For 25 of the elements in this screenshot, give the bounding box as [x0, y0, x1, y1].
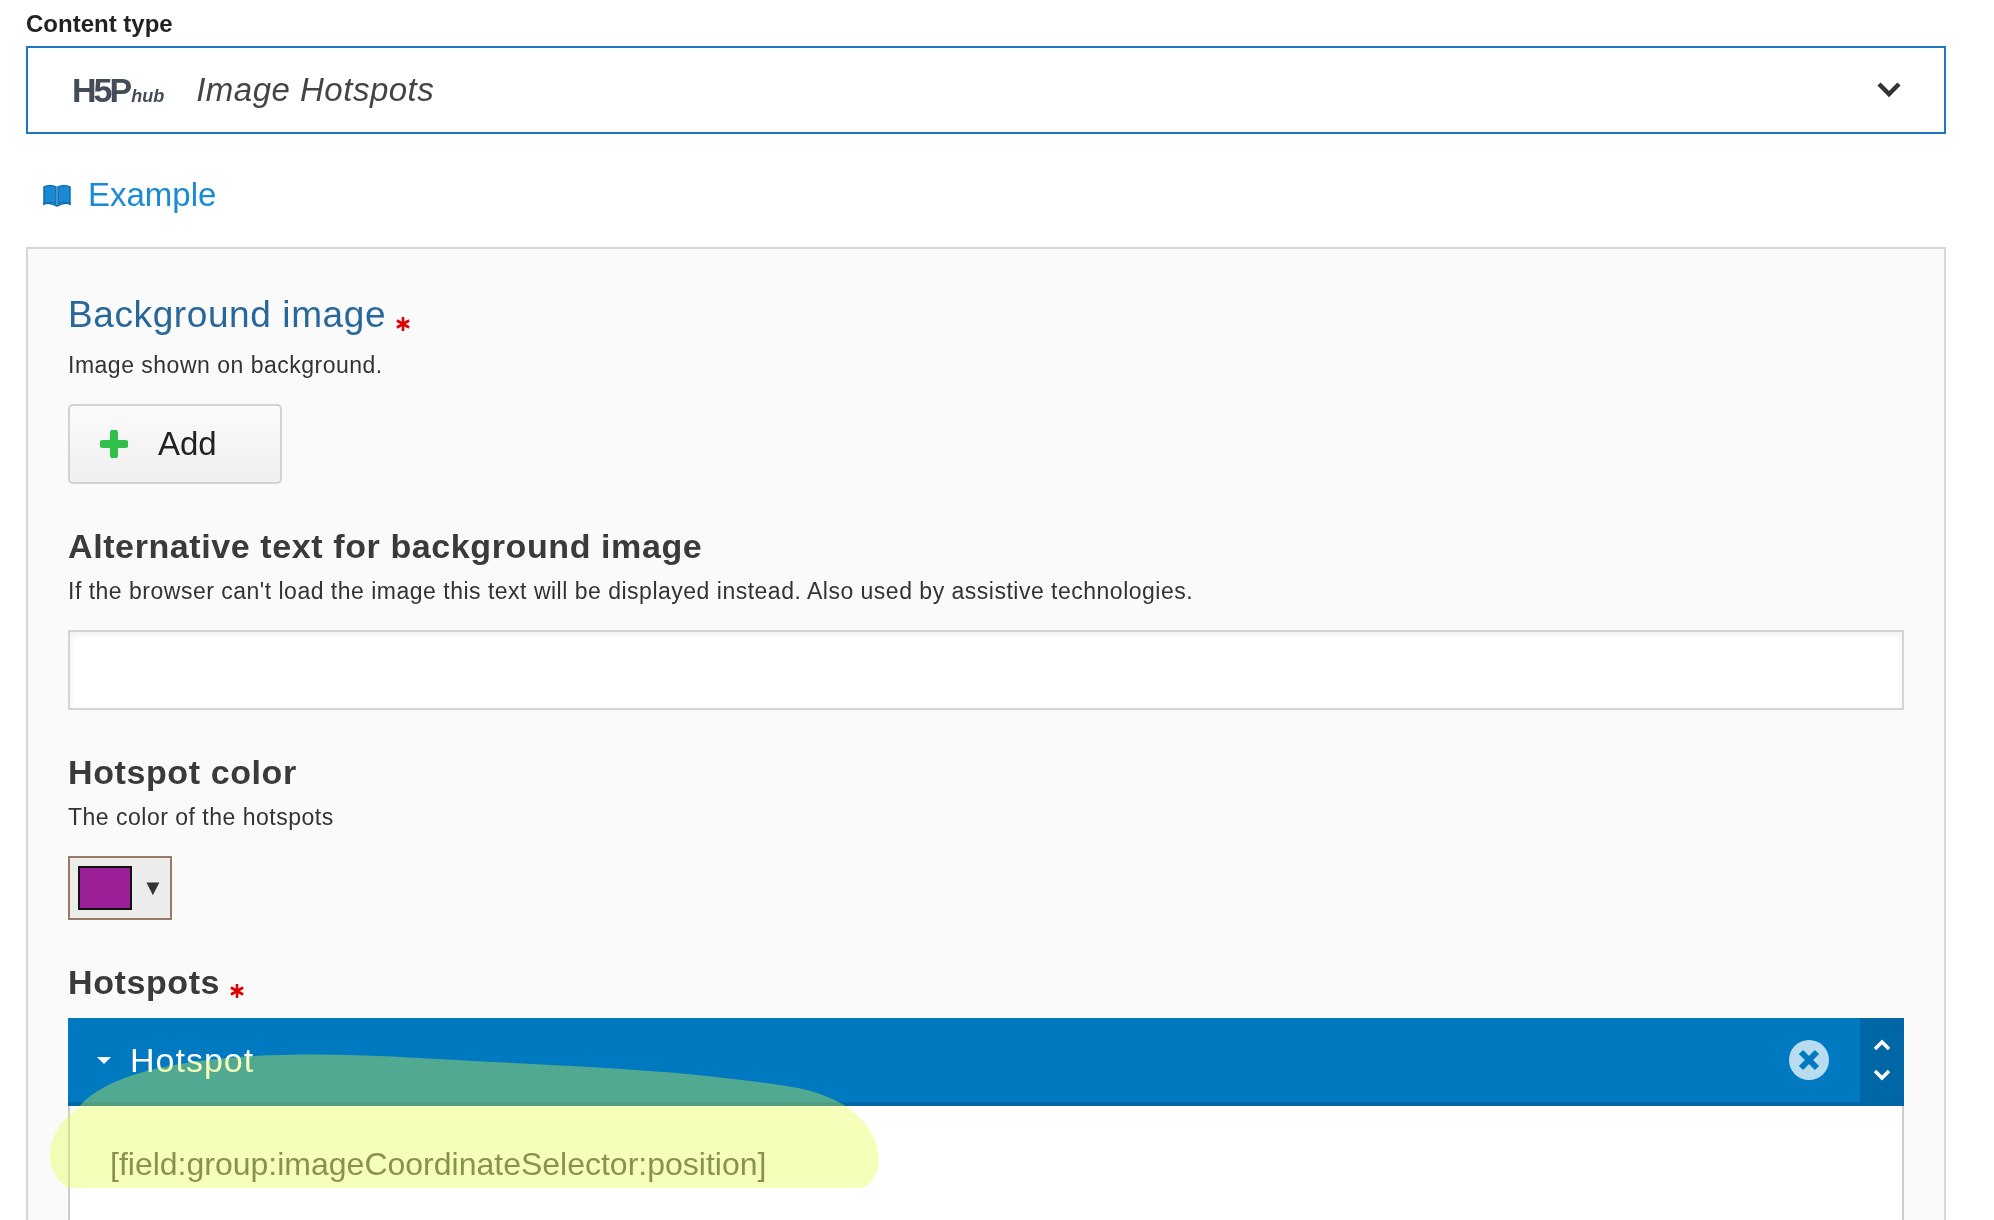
content-type-dropdown[interactable]: H5Phub Image Hotspots [26, 46, 1946, 134]
down-icon[interactable] [1873, 1069, 1891, 1081]
field-description: The color of the hotspots [68, 804, 334, 831]
field-label: Hotspot color [68, 753, 297, 792]
selected-value: Image Hotspots [196, 71, 435, 109]
field-description: Image shown on background. [68, 352, 383, 379]
required-asterisk-icon [230, 984, 245, 998]
field-label: Alternative text for background image [68, 527, 703, 566]
logo: H5Phub [72, 70, 165, 110]
field-label: Content type [26, 10, 173, 38]
plus-icon [100, 430, 128, 458]
color-picker[interactable]: ▼ [68, 856, 172, 920]
up-icon[interactable] [1873, 1039, 1891, 1051]
text-input-field[interactable] [68, 630, 1904, 710]
field-label: Background image [68, 294, 387, 336]
add-button[interactable]: Add [68, 404, 282, 484]
field-description: If the browser can't load the image this text will be displayed instead. Also used by assistive technologies. [68, 578, 1194, 605]
field-label: Hotspots [68, 963, 221, 1002]
required-asterisk-icon [396, 317, 411, 331]
remove-icon[interactable] [1788, 1039, 1830, 1081]
hotspot-header[interactable]: Hotspot [68, 1018, 1904, 1106]
chevron-icon [1876, 81, 1902, 99]
placeholder-text: [field:group:imageCoordinateSelector:position] [110, 1146, 767, 1183]
example-link[interactable]: Example [42, 176, 217, 214]
book-icon [42, 183, 72, 207]
